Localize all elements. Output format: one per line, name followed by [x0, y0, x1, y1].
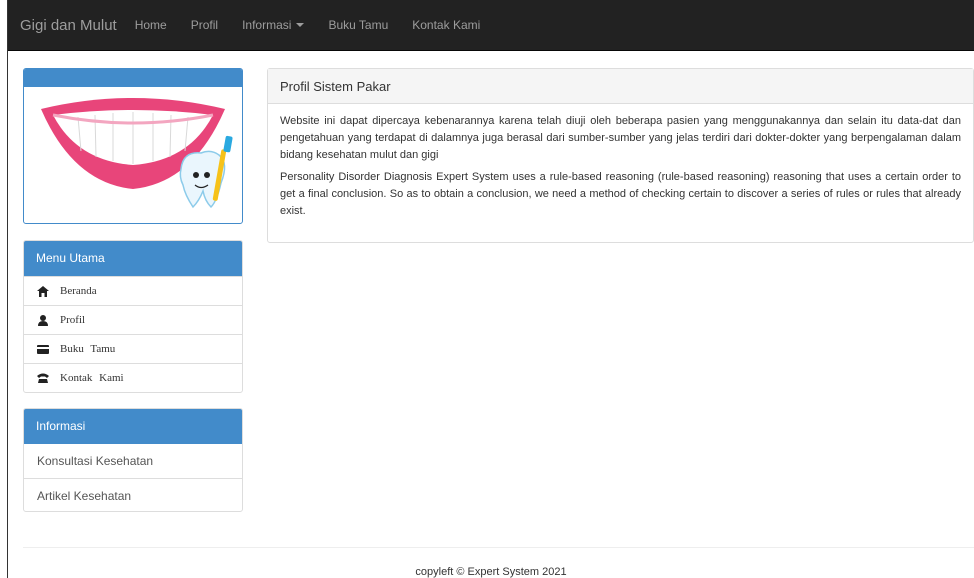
profile-paragraph-1: Website ini dapat dipercaya kebenarannya…	[280, 115, 961, 161]
info-item-konsultasi[interactable]: Konsultasi Kesehatan	[24, 444, 242, 478]
nav-informasi-dropdown[interactable]: Informasi	[242, 18, 305, 32]
home-icon	[37, 285, 49, 297]
nav-informasi-label: Informasi	[242, 18, 292, 32]
content-panel-title: Profil Sistem Pakar	[268, 69, 973, 104]
window-left-edge	[0, 0, 8, 578]
brand-link[interactable]: Gigi dan Mulut	[20, 17, 117, 34]
info-item-artikel[interactable]: Artikel Kesehatan	[24, 478, 242, 511]
card-icon	[37, 343, 49, 355]
phone-icon	[37, 372, 49, 384]
menu-utama-panel: Menu Utama Beranda Profil Buku Tamu Kont…	[23, 240, 243, 393]
menu-item-buku-tamu-label: Buku Tamu	[60, 343, 116, 355]
logo-panel-header	[24, 69, 242, 87]
profil-content-panel: Profil Sistem Pakar Website ini dapat di…	[267, 68, 974, 243]
logo-panel	[23, 68, 243, 224]
menu-item-profil[interactable]: Profil	[24, 305, 242, 334]
menu-item-beranda[interactable]: Beranda	[24, 276, 242, 305]
nav-buku-tamu[interactable]: Buku Tamu	[328, 18, 388, 32]
informasi-panel: Informasi Konsultasi Kesehatan Artikel K…	[23, 408, 243, 512]
user-icon	[37, 314, 49, 326]
menu-item-beranda-label: Beranda	[60, 285, 97, 297]
caret-down-icon	[296, 23, 305, 27]
footer-copyright: copyleft © Expert System 2021	[415, 566, 567, 578]
menu-utama-header: Menu Utama	[24, 241, 242, 276]
nav-kontak-kami[interactable]: Kontak Kami	[412, 18, 480, 32]
footer-divider	[23, 547, 974, 548]
menu-item-kontak-kami-label: Kontak Kami	[60, 372, 124, 384]
top-navbar: Gigi dan Mulut Home Profil Informasi Buk…	[8, 0, 974, 51]
menu-item-profil-label: Profil	[60, 314, 86, 326]
informasi-header: Informasi	[24, 409, 242, 444]
menu-item-kontak-kami[interactable]: Kontak Kami	[24, 363, 242, 392]
content-panel-body: Website ini dapat dipercaya kebenarannya…	[268, 104, 973, 220]
profile-paragraph-2: Personality Disorder Diagnosis Expert Sy…	[280, 171, 961, 217]
nav-home[interactable]: Home	[135, 18, 167, 32]
menu-item-buku-tamu[interactable]: Buku Tamu	[24, 334, 242, 363]
smile-tooth-logo-image	[41, 98, 233, 209]
nav-profil[interactable]: Profil	[191, 18, 218, 32]
